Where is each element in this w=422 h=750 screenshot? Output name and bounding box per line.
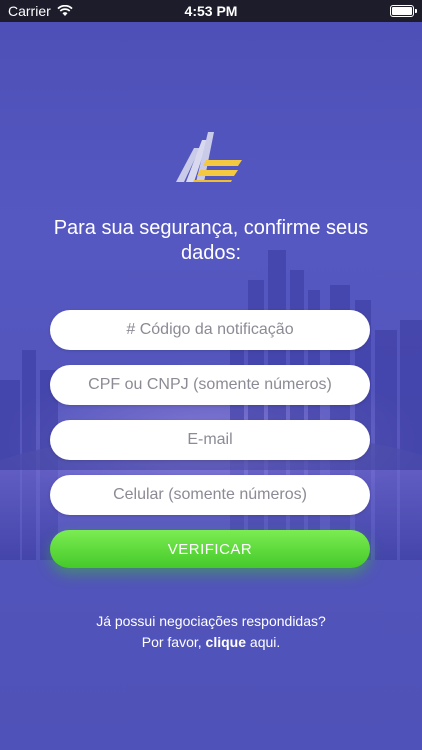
battery-icon bbox=[390, 5, 417, 17]
phone-input[interactable] bbox=[50, 475, 370, 515]
status-bar: Carrier 4:53 PM bbox=[0, 0, 422, 22]
notification-code-input[interactable] bbox=[50, 310, 370, 350]
app-logo-icon bbox=[176, 132, 242, 182]
footer-prefix: Por favor, bbox=[141, 634, 206, 650]
status-time: 4:53 PM bbox=[184, 3, 238, 19]
footer-text: Já possui negociações respondidas? Por f… bbox=[20, 611, 402, 653]
wifi-icon bbox=[57, 5, 73, 16]
screen: Carrier 4:53 PM Para sua segurança, conf… bbox=[0, 0, 422, 750]
footer-instruction: Por favor, clique aqui. bbox=[20, 632, 402, 653]
carrier-label: Carrier bbox=[8, 3, 51, 19]
cpf-cnpj-input[interactable] bbox=[50, 365, 370, 405]
footer-suffix: aqui. bbox=[246, 634, 281, 650]
click-here-link[interactable]: clique bbox=[206, 634, 246, 650]
email-input[interactable] bbox=[50, 420, 370, 460]
footer-question: Já possui negociações respondidas? bbox=[96, 613, 326, 629]
verify-button[interactable]: VERIFICAR bbox=[50, 530, 370, 568]
page-title: Para sua segurança, confirme seus dados: bbox=[53, 217, 369, 264]
